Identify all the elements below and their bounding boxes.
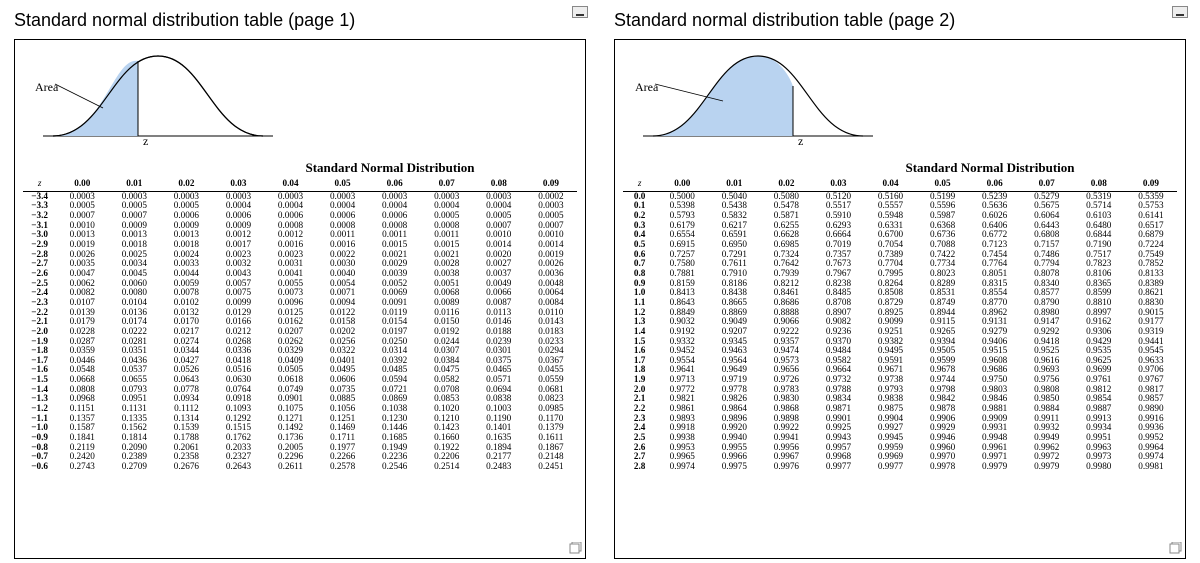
page-2-panel: Standard normal distribution table (page…	[600, 0, 1200, 563]
table-caption: Standard Normal Distribution	[803, 160, 1177, 176]
page-1-title: Standard normal distribution table (page…	[14, 10, 586, 31]
col-header: 0.04	[264, 179, 316, 191]
col-header: 0.07	[1021, 179, 1073, 191]
table-row: −0.60.27430.27090.26760.26430.26110.2578…	[23, 462, 577, 472]
page-stack-icon	[1169, 542, 1183, 554]
bell-curve-icon	[43, 46, 273, 146]
prob-cell: 0.2743	[56, 462, 108, 472]
page-indicator-2	[1167, 542, 1185, 556]
prob-cell: 0.9975	[708, 462, 760, 472]
col-header: 0.05	[917, 179, 969, 191]
page-stack-icon	[569, 542, 583, 554]
z-row-header: −0.6	[23, 462, 56, 472]
col-header: 0.00	[56, 179, 108, 191]
prob-cell: 0.9981	[1125, 462, 1177, 472]
prob-cell: 0.2451	[525, 462, 577, 472]
distribution-table-negative: z0.000.010.020.030.040.050.060.070.080.0…	[23, 179, 577, 472]
page-2-title: Standard normal distribution table (page…	[614, 10, 1186, 31]
col-header: 0.02	[160, 179, 212, 191]
table-caption: Standard Normal Distribution	[203, 160, 577, 176]
col-header: 0.09	[525, 179, 577, 191]
col-header: 0.06	[369, 179, 421, 191]
prob-cell: 0.2578	[317, 462, 369, 472]
z-axis-label: z	[798, 134, 803, 149]
prob-cell: 0.2611	[264, 462, 316, 472]
col-header: 0.09	[1125, 179, 1177, 191]
z-row-header: 2.8	[623, 462, 656, 472]
prob-cell: 0.2483	[473, 462, 525, 472]
normal-curve-diagram: Area z	[623, 46, 1177, 156]
col-header: 0.05	[317, 179, 369, 191]
col-header: 0.03	[212, 179, 264, 191]
col-header: 0.08	[473, 179, 525, 191]
table-row: 2.80.99740.99750.99760.99770.99770.99780…	[623, 462, 1177, 472]
prob-cell: 0.2546	[369, 462, 421, 472]
prob-cell: 0.2676	[160, 462, 212, 472]
page-indicator-1	[567, 542, 585, 556]
z-axis-label: z	[143, 134, 148, 149]
bell-curve-icon	[643, 46, 873, 146]
col-header: 0.00	[656, 179, 708, 191]
col-header: 0.07	[421, 179, 473, 191]
z-column-header: z	[23, 179, 56, 191]
minimize-icon[interactable]	[1172, 6, 1188, 18]
z-column-header: z	[623, 179, 656, 191]
prob-cell: 0.9977	[812, 462, 864, 472]
prob-cell: 0.9978	[917, 462, 969, 472]
prob-cell: 0.9980	[1073, 462, 1125, 472]
col-header: 0.04	[864, 179, 916, 191]
col-header: 0.01	[108, 179, 160, 191]
prob-cell: 0.9979	[969, 462, 1021, 472]
minimize-icon[interactable]	[572, 6, 588, 18]
prob-cell: 0.9976	[760, 462, 812, 472]
prob-cell: 0.2514	[421, 462, 473, 472]
page-1-content: Area z Standard Normal Distribution z0.0…	[14, 39, 586, 559]
prob-cell: 0.9977	[864, 462, 916, 472]
prob-cell: 0.2643	[212, 462, 264, 472]
prob-cell: 0.2709	[108, 462, 160, 472]
col-header: 0.01	[708, 179, 760, 191]
col-header: 0.02	[760, 179, 812, 191]
prob-cell: 0.9974	[656, 462, 708, 472]
col-header: 0.08	[1073, 179, 1125, 191]
col-header: 0.06	[969, 179, 1021, 191]
prob-cell: 0.9979	[1021, 462, 1073, 472]
page-2-content: Area z Standard Normal Distribution z0.0…	[614, 39, 1186, 559]
distribution-table-positive: z0.000.010.020.030.040.050.060.070.080.0…	[623, 179, 1177, 472]
normal-curve-diagram: Area z	[23, 46, 577, 156]
col-header: 0.03	[812, 179, 864, 191]
page-1-panel: Standard normal distribution table (page…	[0, 0, 600, 563]
